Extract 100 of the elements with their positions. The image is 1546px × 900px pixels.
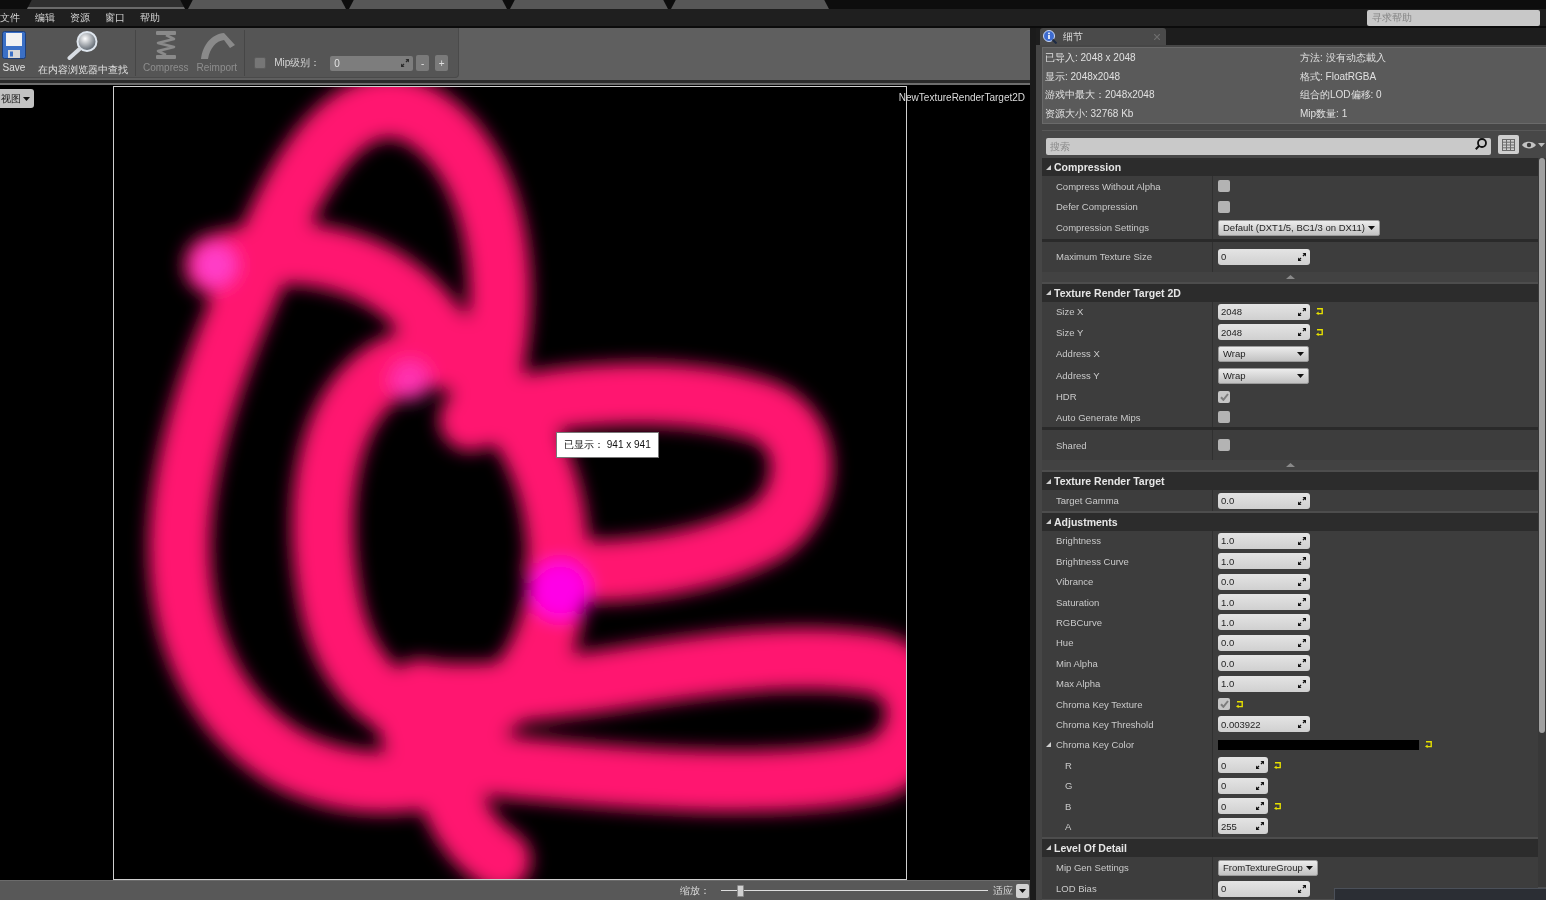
info-icon [1043, 29, 1057, 44]
number-field[interactable]: 0.0 [1218, 655, 1310, 672]
number-field[interactable]: 0 [1218, 880, 1310, 897]
eye-icon[interactable] [1522, 140, 1536, 149]
reset-arrow-icon[interactable] [1274, 761, 1281, 769]
dropdown[interactable]: Wrap [1218, 367, 1309, 384]
expand-triangle-icon[interactable] [1046, 290, 1051, 296]
tooltip: 已显示： 941 x 941 [556, 432, 659, 458]
number-field[interactable]: 1.0 [1218, 675, 1310, 692]
menu-item[interactable]: 窗口 [105, 10, 125, 25]
number-field[interactable]: 0.003922 [1218, 716, 1310, 733]
caret-icon [23, 96, 30, 101]
category-header[interactable]: Texture Render Target [1042, 472, 1538, 491]
toolbar-button[interactable]: Save [0, 28, 28, 73]
drag-arrows-icon [1256, 822, 1264, 831]
number-field[interactable]: 0 [1218, 777, 1268, 794]
number-field[interactable]: 1.0 [1218, 532, 1310, 549]
number-field[interactable]: 0 [1218, 248, 1310, 265]
drag-arrows-icon [1298, 679, 1306, 688]
expand-triangle-icon[interactable] [1046, 478, 1051, 484]
menu-item[interactable]: 资源 [70, 10, 90, 25]
reset-arrow-icon[interactable] [1316, 308, 1323, 316]
number-field[interactable]: 0 [1218, 798, 1268, 814]
scrollbar[interactable] [1538, 158, 1546, 887]
checkbox[interactable] [1218, 390, 1230, 403]
drag-arrows-icon [401, 59, 410, 67]
property-label: Maximum Texture Size [1056, 251, 1152, 263]
toolbar-button[interactable]: 在内容浏览器中查找 [36, 28, 130, 77]
mip-level-label: Mip级别： [274, 56, 321, 70]
reset-arrow-icon[interactable] [1274, 802, 1281, 810]
menu-item[interactable]: 帮助 [140, 10, 160, 25]
checkbox[interactable] [1218, 411, 1230, 424]
expand-triangle-icon[interactable] [1046, 742, 1051, 748]
checkbox[interactable] [1218, 439, 1230, 452]
checkbox[interactable] [1218, 200, 1230, 213]
curved-arrow-icon [198, 31, 235, 59]
dropdown[interactable]: FromTextureGroup [1218, 859, 1318, 876]
drag-arrows-icon [1298, 720, 1306, 729]
up-triangle-icon [1285, 463, 1295, 468]
magnifier-icon [67, 31, 99, 60]
slider-thumb[interactable] [736, 884, 744, 897]
reset-arrow-icon[interactable] [1425, 741, 1432, 749]
property-label: Saturation [1056, 596, 1100, 608]
dropdown[interactable]: Wrap [1218, 345, 1309, 362]
category-header[interactable]: Compression [1042, 158, 1538, 176]
view-options-button[interactable] [1498, 135, 1519, 154]
drag-arrows-icon [1298, 659, 1306, 668]
document-tab[interactable] [671, 0, 829, 9]
drag-arrows-icon [1298, 536, 1306, 545]
scrollbar-thumb[interactable] [1539, 158, 1545, 733]
dropdown[interactable]: Default (DXT1/5, BC1/3 on DX11) [1218, 219, 1380, 236]
drag-arrows-icon [1298, 496, 1306, 505]
property-label: Compression Settings [1056, 222, 1149, 234]
color-swatch[interactable] [1218, 739, 1419, 750]
document-tab[interactable] [27, 0, 185, 9]
drag-arrows-icon [1298, 598, 1306, 607]
caret-icon [1297, 373, 1304, 378]
search-icon[interactable] [1475, 138, 1487, 150]
document-tab[interactable] [349, 0, 507, 9]
zoom-label: 缩放： [680, 883, 710, 898]
number-field[interactable]: 2048 [1218, 324, 1310, 341]
checkbox[interactable] [1218, 698, 1230, 711]
drag-arrows-icon [1256, 761, 1264, 770]
reset-arrow-icon[interactable] [1316, 328, 1323, 336]
property-label: Size Y [1056, 326, 1084, 338]
fit-dropdown-button[interactable] [1016, 883, 1029, 898]
property-label: Max Alpha [1056, 678, 1101, 690]
reset-arrow-icon[interactable] [1236, 700, 1243, 708]
category-header[interactable]: Adjustments [1042, 512, 1538, 531]
number-field[interactable]: 2048 [1218, 303, 1310, 320]
info-text: 方法: 没有动态載入 [1300, 51, 1386, 65]
menu-item[interactable]: 编辑 [35, 10, 55, 25]
menu-item[interactable]: 文件 [0, 10, 20, 25]
property-label: Chroma Key Threshold [1056, 718, 1154, 730]
caret-icon [1367, 225, 1375, 230]
category-header[interactable]: Level Of Detail [1042, 838, 1538, 857]
property-label: Chroma Key Color [1056, 739, 1135, 751]
number-field[interactable]: 1.0 [1218, 614, 1310, 631]
category-header[interactable]: Texture Render Target 2D [1042, 283, 1538, 302]
expand-triangle-icon[interactable] [1046, 519, 1051, 525]
number-field[interactable]: 0.0 [1218, 634, 1310, 651]
number-field[interactable]: 0.0 [1218, 492, 1310, 509]
advanced-toggle[interactable] [1042, 460, 1538, 471]
document-tab[interactable] [510, 0, 668, 9]
number-field[interactable]: 0 [1218, 757, 1268, 774]
number-field[interactable]: 1.0 [1218, 553, 1310, 570]
expand-triangle-icon[interactable] [1046, 845, 1051, 851]
caret-icon [1297, 351, 1304, 356]
number-field[interactable]: 0.0 [1218, 573, 1310, 590]
drag-arrows-icon [1298, 638, 1306, 647]
details-tab[interactable]: 细节 [1040, 28, 1166, 45]
drag-arrows-icon [1256, 802, 1264, 810]
number-field[interactable]: 255 [1218, 818, 1268, 835]
number-field[interactable]: 1.0 [1218, 594, 1310, 611]
document-tab[interactable] [188, 0, 346, 9]
expand-triangle-icon[interactable] [1046, 164, 1051, 170]
checkbox[interactable] [1218, 180, 1230, 193]
advanced-toggle[interactable] [1042, 271, 1538, 282]
view-menu-button[interactable]: 视图 [0, 89, 34, 108]
search-field[interactable]: 搜索 [1046, 138, 1491, 155]
